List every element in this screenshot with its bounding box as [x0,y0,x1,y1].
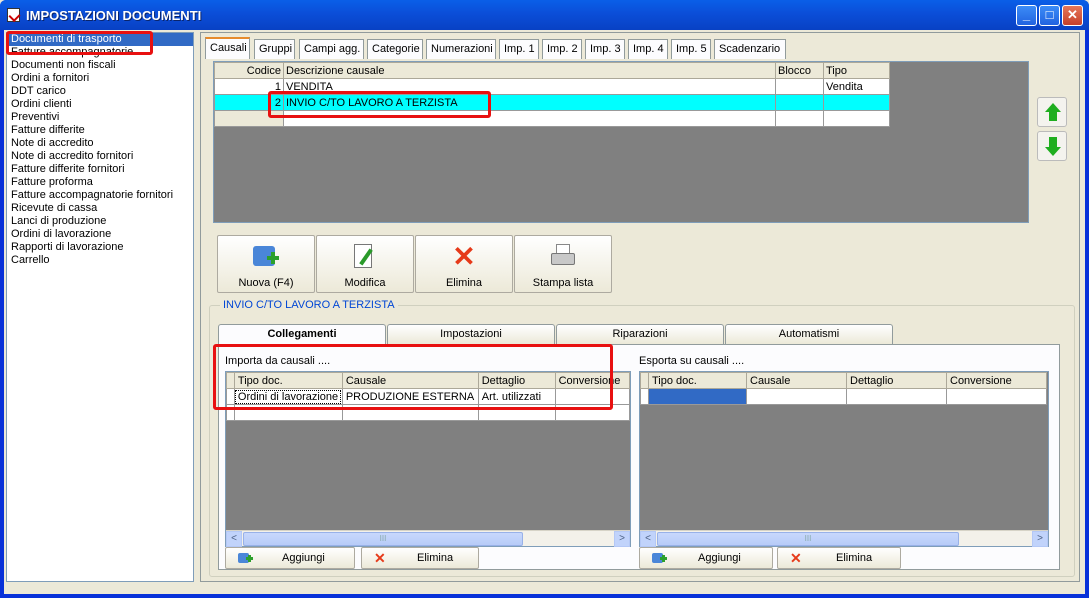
horizontal-scrollbar[interactable]: < III > [226,530,630,547]
delete-x-icon: ✕ [452,241,476,272]
client-area: Documenti di trasporto Fatture accompagn… [4,30,1085,594]
esporta-grid[interactable]: Tipo doc. Causale Dettaglio Conversione [639,371,1049,547]
printer-icon [548,242,578,272]
aggiungi-label: Aggiungi [698,552,741,564]
list-item[interactable]: Lanci di produzione [7,215,193,228]
tab-numerazioni[interactable]: Numerazioni [426,39,496,59]
document-type-list[interactable]: Documenti di trasporto Fatture accompagn… [6,32,194,582]
elimina-label: Elimina [445,277,483,289]
list-item[interactable]: Rapporti di lavorazione [7,241,193,254]
tab-gruppi[interactable]: Gruppi [254,39,295,59]
minimize-button[interactable]: _ [1016,5,1037,26]
table-cell-selected[interactable] [648,388,747,405]
table-cell[interactable] [775,78,824,95]
table-cell[interactable] [823,94,890,111]
list-item[interactable]: Preventivi [7,111,193,124]
tab-impostazioni[interactable]: Impostazioni [387,324,555,344]
column-header[interactable]: Causale [746,372,847,389]
title-bar[interactable]: IMPOSTAZIONI DOCUMENTI _ □ ✕ [0,0,1089,30]
annotation-box [268,91,491,118]
column-header[interactable]: Tipo doc. [648,372,747,389]
close-button[interactable]: ✕ [1062,5,1083,26]
table-cell[interactable] [775,94,824,111]
list-item[interactable]: Note di accredito fornitori [7,150,193,163]
table-row[interactable] [640,388,1047,405]
tab-automatismi[interactable]: Automatismi [725,324,893,344]
list-item[interactable]: Note di accredito [7,137,193,150]
stampa-lista-button[interactable]: Stampa lista [514,235,612,293]
tab-scadenzario[interactable]: Scadenzario [714,39,786,59]
list-item[interactable]: Ordini a fornitori [7,72,193,85]
arrow-down-icon [1045,147,1061,156]
group-title: INVIO C/TO LAVORO A TERZISTA [220,299,398,311]
causale-detail-group: INVIO C/TO LAVORO A TERZISTA Collegament… [209,299,1075,577]
tab-campi-agg[interactable]: Campi agg. [299,39,364,59]
tab-imp-5[interactable]: Imp. 5 [671,39,711,59]
maximize-button[interactable]: □ [1039,5,1060,26]
importa-aggiungi-button[interactable]: Aggiungi [225,547,355,569]
scroll-thumb[interactable]: III [243,532,523,546]
scroll-right-icon[interactable]: > [614,531,630,547]
list-item[interactable]: Fatture accompagnatorie fornitori [7,189,193,202]
annotation-box [213,344,613,410]
scroll-left-icon[interactable]: < [226,531,242,547]
annotation-box [6,31,153,55]
list-item[interactable]: Ricevute di cassa [7,202,193,215]
edit-document-icon [350,242,380,272]
list-item[interactable]: Fatture differite [7,124,193,137]
list-item[interactable]: Ordini clienti [7,98,193,111]
column-header[interactable]: Conversione [946,372,1047,389]
scroll-thumb[interactable]: III [657,532,959,546]
column-header[interactable]: Descrizione causale [283,62,776,79]
tab-categorie[interactable]: Categorie [367,39,423,59]
causali-grid[interactable]: Codice Descrizione causale Blocco Tipo 1… [213,61,1029,223]
list-item[interactable]: DDT carico [7,85,193,98]
esporta-aggiungi-button[interactable]: Aggiungi [639,547,773,569]
add-icon [238,551,253,565]
move-up-button[interactable] [1037,97,1067,127]
modifica-button[interactable]: Modifica [316,235,414,293]
table-cell[interactable]: Vendita [823,78,890,95]
elimina-label: Elimina [417,552,454,564]
list-item[interactable]: Documenti non fiscali [7,59,193,72]
stampa-lista-label: Stampa lista [532,277,594,289]
window-title: IMPOSTAZIONI DOCUMENTI [26,8,202,23]
new-document-icon [251,242,281,272]
nuova-label: Nuova (F4) [238,277,294,289]
modifica-label: Modifica [344,277,386,289]
list-item[interactable]: Fatture proforma [7,176,193,189]
esporta-label: Esporta su causali .... [639,355,745,367]
scroll-right-icon[interactable]: > [1032,531,1048,547]
delete-x-icon: ✕ [790,550,802,566]
column-header[interactable]: Codice [214,62,284,79]
importa-elimina-button[interactable]: ✕ Elimina [361,547,479,569]
column-header[interactable]: Dettaglio [846,372,947,389]
tab-imp-4[interactable]: Imp. 4 [628,39,668,59]
main-panel: Causali Gruppi Campi agg. Categorie Nume… [200,32,1080,582]
list-item[interactable]: Ordini di lavorazione [7,228,193,241]
tab-collegamenti[interactable]: Collegamenti [218,324,386,344]
aggiungi-label: Aggiungi [282,552,325,564]
scroll-left-icon[interactable]: < [640,531,656,547]
elimina-label: Elimina [836,552,873,564]
nuova-button[interactable]: Nuova (F4) [217,235,315,293]
add-icon [652,551,667,565]
tab-riparazioni[interactable]: Riparazioni [556,324,724,344]
tab-imp-3[interactable]: Imp. 3 [585,39,625,59]
esporta-elimina-button[interactable]: ✕ Elimina [777,547,901,569]
document-settings-icon [7,8,20,22]
tab-imp-1[interactable]: Imp. 1 [499,39,539,59]
tab-imp-2[interactable]: Imp. 2 [542,39,582,59]
elimina-button[interactable]: ✕ Elimina [415,235,513,293]
app-window: IMPOSTAZIONI DOCUMENTI _ □ ✕ Documenti d… [0,0,1089,598]
collegamenti-panel: Importa da causali .... Tipo doc. Causal… [213,344,1060,570]
horizontal-scrollbar[interactable]: < III > [640,530,1048,547]
list-item[interactable]: Carrello [7,254,193,267]
move-down-button[interactable] [1037,131,1067,161]
column-header[interactable]: Blocco [775,62,824,79]
delete-x-icon: ✕ [374,550,386,566]
column-header[interactable]: Tipo [823,62,890,79]
list-item[interactable]: Fatture differite fornitori [7,163,193,176]
tab-causali[interactable]: Causali [205,37,250,59]
